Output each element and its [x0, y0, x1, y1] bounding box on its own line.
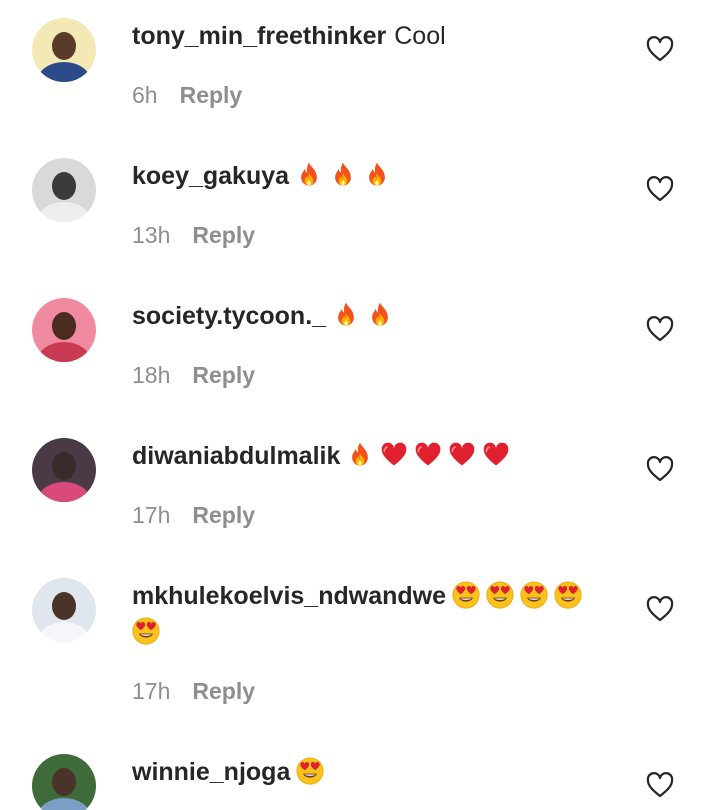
comment-timestamp: 17h: [132, 678, 171, 704]
like-heart-icon[interactable]: [646, 36, 674, 62]
comment-meta: 6h Reply: [132, 82, 242, 109]
comment-username[interactable]: winnie_njoga: [132, 758, 290, 786]
comment-emojis: [452, 581, 582, 610]
comment-username[interactable]: society.tycoon._: [132, 302, 326, 330]
fire-emoji-icon: [346, 441, 374, 469]
heart-eyes-emoji-icon: [132, 617, 160, 645]
comment-line: winnie_njoga: [132, 754, 622, 790]
comment-username[interactable]: koey_gakuya: [132, 162, 289, 190]
reply-button[interactable]: Reply: [180, 82, 243, 108]
fire-emoji-icon: [332, 301, 360, 329]
reply-button[interactable]: Reply: [192, 222, 255, 248]
avatar[interactable]: [32, 754, 96, 810]
comment-username[interactable]: tony_min_freethinker: [132, 22, 386, 50]
comments-list: tony_min_freethinker Cool 6h Reply koey_gaku…: [0, 0, 720, 810]
comment-text: Cool: [394, 22, 446, 50]
reply-button[interactable]: Reply: [192, 502, 255, 528]
heart-eyes-emoji-icon: [452, 581, 480, 609]
comment-body: society.tycoon._: [132, 298, 622, 334]
comment-meta: 18h Reply: [132, 362, 255, 389]
like-heart-icon[interactable]: [646, 316, 674, 342]
fire-emoji-icon: [366, 301, 394, 329]
comment-username[interactable]: mkhulekoelvis_ndwandwe: [132, 582, 446, 610]
red-heart-emoji-icon: [448, 441, 476, 469]
like-heart-icon[interactable]: [646, 176, 674, 202]
red-heart-emoji-icon: [482, 441, 510, 469]
comment-body: tony_min_freethinker Cool: [132, 18, 622, 54]
comment-body: winnie_njoga: [132, 754, 622, 790]
comment-emojis: [295, 162, 391, 190]
fire-emoji-icon: [295, 161, 323, 189]
comment-emojis-continued: [132, 614, 622, 650]
comment-emojis: [296, 757, 324, 786]
heart-eyes-emoji-icon: [486, 581, 514, 609]
red-heart-emoji-icon: [414, 441, 442, 469]
comment-meta: 17h Reply: [132, 502, 255, 529]
heart-eyes-emoji-icon: [296, 757, 324, 785]
like-heart-icon[interactable]: [646, 596, 674, 622]
comment-timestamp: 13h: [132, 222, 171, 248]
fire-emoji-icon: [329, 161, 357, 189]
avatar[interactable]: [32, 18, 96, 82]
comment-line: mkhulekoelvis_ndwandwe: [132, 578, 622, 650]
comment-emojis: [346, 442, 510, 470]
comment-line: diwaniabdulmalik: [132, 438, 622, 474]
comment-meta: 13h Reply: [132, 222, 255, 249]
comment-timestamp: 6h: [132, 82, 158, 108]
like-heart-icon[interactable]: [646, 456, 674, 482]
reply-button[interactable]: Reply: [192, 678, 255, 704]
comment-timestamp: 17h: [132, 502, 171, 528]
comment-line: society.tycoon._: [132, 298, 622, 334]
comment-meta: 17h Reply: [132, 678, 255, 705]
fire-emoji-icon: [363, 161, 391, 189]
heart-eyes-emoji-icon: [520, 581, 548, 609]
comment-timestamp: 18h: [132, 362, 171, 388]
reply-button[interactable]: Reply: [192, 362, 255, 388]
comment-line: koey_gakuya: [132, 158, 622, 194]
avatar[interactable]: [32, 438, 96, 502]
red-heart-emoji-icon: [380, 441, 408, 469]
comment-body: mkhulekoelvis_ndwandwe: [132, 578, 622, 650]
heart-eyes-emoji-icon: [554, 581, 582, 609]
avatar[interactable]: [32, 158, 96, 222]
comment-emojis: [332, 302, 394, 330]
avatar[interactable]: [32, 578, 96, 642]
comment-body: diwaniabdulmalik: [132, 438, 622, 474]
comment-body: koey_gakuya: [132, 158, 622, 194]
avatar[interactable]: [32, 298, 96, 362]
like-heart-icon[interactable]: [646, 772, 674, 798]
comment-line: tony_min_freethinker Cool: [132, 18, 622, 54]
comment-username[interactable]: diwaniabdulmalik: [132, 442, 340, 470]
